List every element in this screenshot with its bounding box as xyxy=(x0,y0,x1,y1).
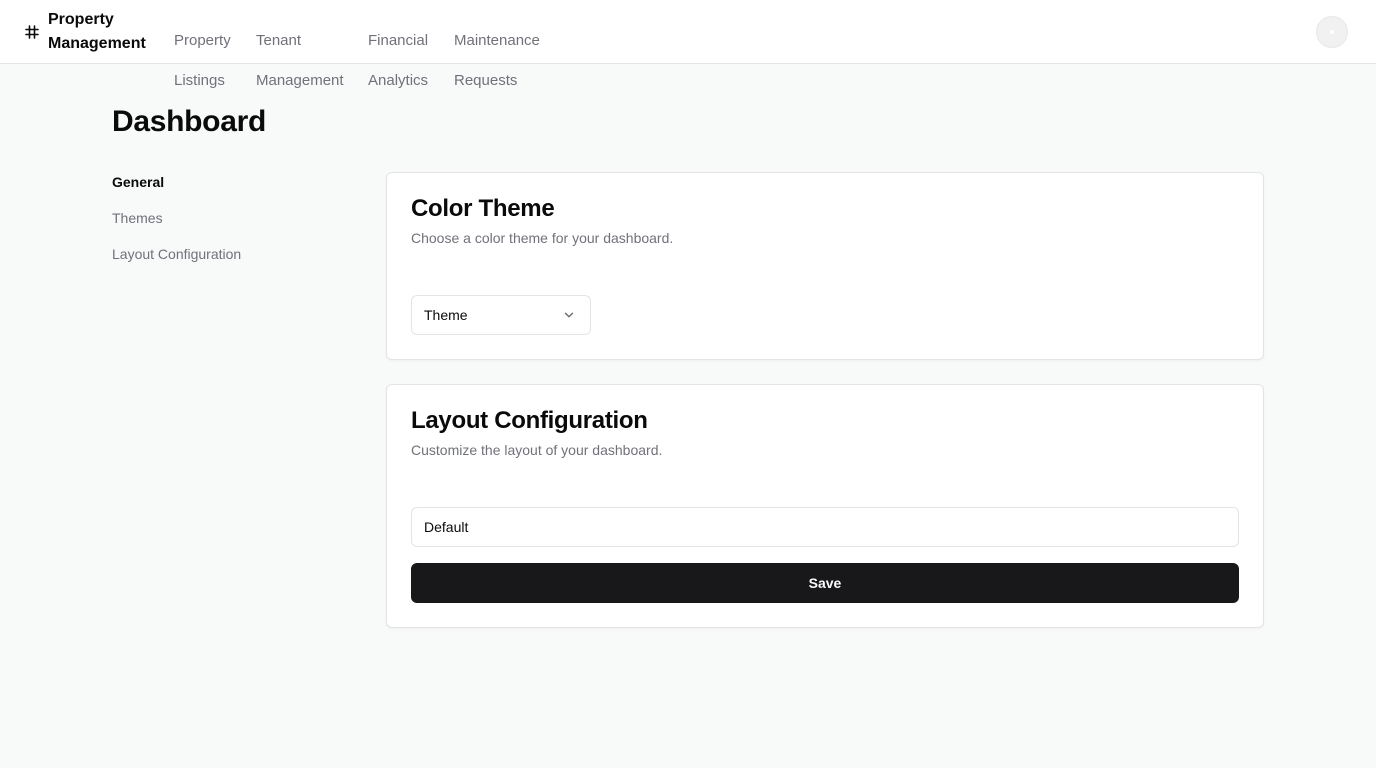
nav-label-line1: Maintenance xyxy=(454,32,540,49)
sidebar-item-layout-configuration[interactable]: Layout Configuration xyxy=(112,244,241,264)
card-title: Color Theme xyxy=(411,195,555,222)
user-avatar[interactable] xyxy=(1316,16,1348,48)
nav-label-line2: Listings xyxy=(174,72,225,89)
theme-select-value: Theme xyxy=(424,307,468,323)
brand-name: Property Management xyxy=(48,8,158,56)
nav-label-line1: Financial xyxy=(368,32,429,49)
layout-input[interactable] xyxy=(411,507,1239,547)
settings-sidebar: General Themes Layout Configuration xyxy=(112,172,241,280)
nav-label-line2: Analytics xyxy=(368,72,429,89)
hash-icon xyxy=(25,25,39,39)
page-title: Dashboard xyxy=(112,105,266,138)
card-description: Choose a color theme for your dashboard. xyxy=(411,230,674,246)
nav-label-line2: Requests xyxy=(454,72,518,89)
nav-tenant-management[interactable]: Tenant Management xyxy=(256,11,344,111)
brand[interactable]: Property Management xyxy=(24,8,158,56)
top-navbar: Property Management Property Listings Te… xyxy=(0,0,1376,89)
nav-label-line1: Tenant xyxy=(256,32,302,49)
card-title: Layout Configuration xyxy=(411,407,648,434)
nav-label-line1: Property xyxy=(174,32,231,49)
brand-name-line1: Property xyxy=(48,11,114,28)
card-description: Customize the layout of your dashboard. xyxy=(411,442,663,458)
color-theme-card: Color Theme Choose a color theme for you… xyxy=(386,172,1264,360)
brand-name-line2: Management xyxy=(48,35,146,52)
nav-property-listings[interactable]: Property Listings xyxy=(174,11,232,111)
nav-label-line2: Management xyxy=(256,72,344,89)
main-nav: Property Listings Tenant Management Fina… xyxy=(174,11,568,111)
nav-maintenance-requests[interactable]: Maintenance Requests xyxy=(454,11,544,111)
avatar-placeholder-icon xyxy=(1330,30,1334,34)
nav-financial-analytics[interactable]: Financial Analytics xyxy=(368,11,430,111)
theme-select[interactable]: Theme xyxy=(411,295,591,335)
sidebar-item-general[interactable]: General xyxy=(112,172,241,192)
layout-configuration-card: Layout Configuration Customize the layou… xyxy=(386,384,1264,628)
chevron-down-icon xyxy=(564,312,574,318)
sidebar-item-themes[interactable]: Themes xyxy=(112,208,241,228)
save-button[interactable]: Save xyxy=(411,563,1239,603)
